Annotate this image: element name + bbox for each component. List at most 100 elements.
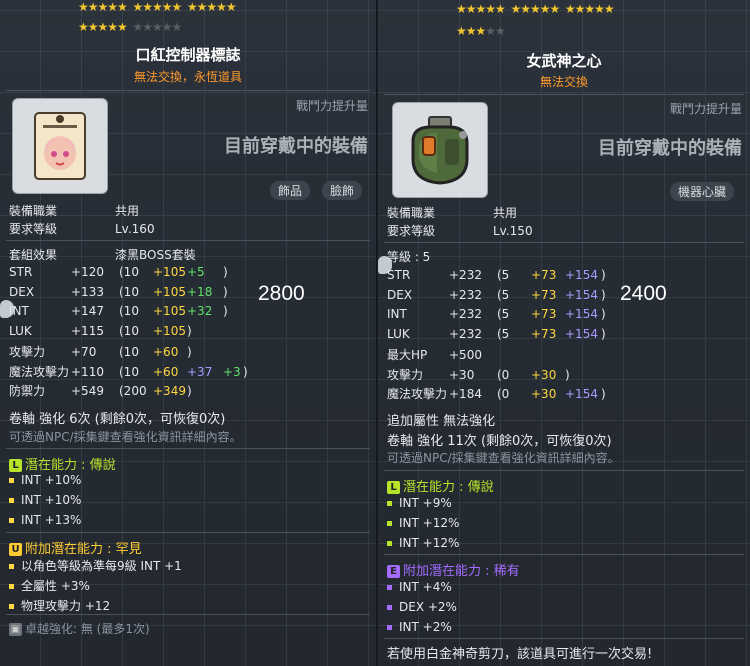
divider: [6, 614, 370, 615]
stat-total: +120: [71, 265, 104, 279]
stat-total: +30: [449, 367, 475, 382]
currently-worn-label: 目前穿戴中的裝備: [598, 138, 742, 159]
stat-row-str: STR +120 (10 +105+5): [9, 265, 228, 279]
stat-row-luk: LUK +232 (5 +73 +154): [387, 327, 606, 341]
stat-a: +60: [153, 345, 179, 359]
divider: [384, 470, 744, 471]
stat-total: +184: [449, 387, 482, 401]
stat-row-dex: DEX +232 (5 +73 +154): [387, 288, 606, 302]
stat-end: ): [601, 387, 606, 401]
stat-base: (10: [119, 284, 139, 299]
potential-line: INT +13%: [9, 513, 81, 527]
stat-end: ): [565, 367, 570, 382]
bullet-icon: [9, 478, 14, 483]
stat-end: ): [601, 307, 606, 321]
stat-base: (5: [497, 326, 510, 341]
stat-name: 魔法攻擊力: [9, 364, 70, 379]
potential-line: INT +2%: [387, 620, 452, 634]
item-tooltip-left: ★★★★★ ★★★★★ ★★★★★ ★★★★★ ★★★★★ 口紅控制器標誌 無法…: [0, 0, 377, 666]
stat-end: ): [223, 284, 228, 299]
power-value: 2400: [620, 282, 667, 305]
legendary-badge-icon: L: [9, 459, 22, 472]
stat-name: STR: [387, 268, 411, 282]
item-tooltip-right: ★★★★★ ★★★★★ ★★★★★ ★★★★★ 女武神之心 無法交換 戰鬥力提升…: [378, 0, 750, 666]
bullet-icon: [387, 625, 392, 630]
stat-end: ): [223, 304, 228, 318]
potential-text: INT +9%: [399, 496, 452, 510]
star-force-row-2: ★★★★★: [456, 24, 506, 38]
bullet-icon: [387, 501, 392, 506]
stat-name: STR: [9, 265, 33, 279]
stat-base: (5: [497, 287, 510, 302]
stat-base: (5: [497, 307, 510, 321]
stat-row-魔法攻擊力: 魔法攻擊力 +110 (10 +60 +37 +3): [9, 363, 248, 380]
tag-machine-heart: 機器心臟: [670, 182, 735, 201]
tag-accessory: 飾品: [270, 181, 311, 200]
additional-potential-header: U 附加潛在能力 : 罕見: [9, 538, 142, 557]
stat-b: +154: [565, 307, 598, 321]
stat-name: INT: [387, 307, 407, 321]
stat-row-最大hp: 最大HP +500: [387, 346, 565, 363]
potential-line: INT +10%: [9, 493, 81, 507]
potential-line: INT +12%: [387, 516, 459, 530]
potential-line: INT +9%: [387, 496, 452, 510]
stat-row-防禦力: 防禦力 +549 (200 +349): [9, 382, 192, 399]
potential-text: 物理攻擊力 +12: [21, 599, 111, 613]
item-subtitle: 無法交換: [539, 75, 588, 89]
stat-base: (200: [119, 384, 147, 398]
potential-line: DEX +2%: [387, 600, 457, 614]
stat-b: +154: [565, 326, 598, 341]
extra-attribute-row: 追加屬性 無法強化: [387, 414, 496, 429]
unique-badge-icon: U: [9, 543, 22, 556]
stat-total: +110: [71, 364, 104, 379]
additional-potential-header: E 附加潛在能力 : 稀有: [387, 560, 520, 579]
stat-row-魔法攻擊力: 魔法攻擊力 +184 (0 +30 +154): [387, 385, 606, 402]
stat-a: +73: [531, 307, 557, 321]
stat-total: +232: [449, 268, 482, 282]
stat-b: +5: [187, 265, 205, 279]
potential-line: 物理攻擊力 +12: [9, 597, 110, 614]
stat-name: DEX: [387, 287, 413, 302]
potential-header: L 潛在能力 : 傳說: [9, 454, 116, 473]
legendary-badge-icon: L: [387, 481, 400, 494]
bullet-icon: [9, 498, 14, 503]
job-row: 裝備職業 共用: [387, 206, 518, 220]
stat-end: ): [243, 364, 248, 379]
stat-base: (10: [119, 364, 139, 379]
stat-a: +105: [153, 265, 186, 279]
stat-end: ): [187, 384, 192, 398]
stat-base: (10: [119, 265, 139, 279]
npc-hint: 可透過NPC/採集鍵查看強化資訊詳細內容。: [387, 451, 620, 465]
stat-end: ): [223, 265, 228, 279]
stat-end: ): [601, 326, 606, 341]
stat-name: 攻擊力: [387, 367, 424, 382]
stat-end: ): [601, 287, 606, 302]
stat-name: INT: [9, 304, 29, 318]
stat-name: 最大HP: [387, 348, 428, 362]
potential-text: 全屬性 +3%: [21, 579, 90, 593]
bullet-icon: [9, 564, 14, 569]
stat-b: +154: [565, 268, 598, 282]
stat-a: +105: [153, 323, 186, 338]
stat-a: +30: [531, 387, 557, 401]
stat-b: +37: [187, 364, 213, 379]
stat-b: +154: [565, 387, 598, 401]
item-icon-box: [12, 98, 108, 194]
item-subtitle: 無法交換，永恆道具: [133, 70, 242, 84]
item-title: 女武神之心: [526, 52, 602, 70]
potential-text: DEX +2%: [399, 600, 457, 614]
stat-base: (0: [497, 367, 510, 382]
divider: [6, 90, 370, 91]
scroll-upgrade-row: 卷軸 強化 6次 (剩餘0次，可恢復0次): [9, 412, 226, 427]
potential-text: 以角色等級為準每9級 INT +1: [21, 559, 182, 573]
exceptional-badge-icon: ▣: [9, 623, 22, 636]
potential-header: L 潛在能力 : 傳說: [387, 476, 494, 495]
power-increase-label: 戰鬥力提升量: [295, 99, 368, 113]
stat-b: +32: [187, 304, 213, 318]
stat-row-luk: LUK +115 (10 +105): [9, 324, 192, 338]
potential-line: 以角色等級為準每9級 INT +1: [9, 557, 182, 574]
potential-text: INT +4%: [399, 580, 452, 594]
currently-worn-label: 目前穿戴中的裝備: [224, 136, 368, 157]
stat-c: +3: [223, 364, 241, 379]
item-icon-box: [392, 102, 488, 198]
